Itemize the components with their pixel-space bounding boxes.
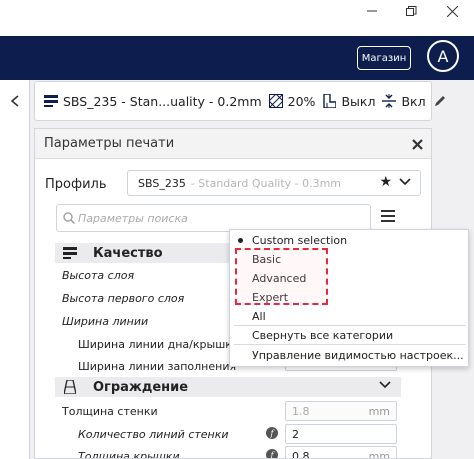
settings-search-input[interactable]: Параметры поиска [56, 204, 371, 232]
profile-label: Профиль [45, 177, 107, 192]
annotation-highlight-box [235, 248, 328, 305]
collapse-panel-button[interactable] [6, 92, 24, 110]
pencil-icon [432, 93, 448, 109]
close-icon [412, 139, 423, 150]
chevron-down-icon [379, 378, 391, 392]
function-icon[interactable]: f [266, 449, 278, 458]
panel-title: Параметры печати [44, 136, 175, 151]
category-walls-label: Ограждение [93, 379, 189, 395]
close-window-button[interactable] [432, 0, 472, 22]
option-all[interactable]: All [252, 310, 266, 323]
account-avatar[interactable]: A [427, 40, 459, 72]
setting-topbottom-line-width: Ширина линии дна/крышки [78, 338, 240, 351]
window-titlebar [0, 0, 474, 36]
walls-icon [63, 380, 77, 394]
setting-layer-height: Высота слоя [62, 269, 135, 282]
minimize-button[interactable] [352, 0, 392, 22]
restore-icon [405, 5, 416, 16]
category-quality-label: Качество [93, 245, 163, 261]
option-custom-selection[interactable]: Custom selection [252, 234, 347, 247]
print-settings-summary[interactable]: SBS_235 - Stan...uality - 0.2mm 20% Выкл… [34, 81, 445, 121]
support-icon [321, 93, 337, 109]
menu-separator [234, 325, 466, 326]
marketplace-button[interactable]: Магазин [357, 46, 411, 70]
visibility-menu-button[interactable] [381, 210, 397, 224]
selected-bullet-icon [238, 238, 243, 243]
chevron-left-icon [10, 95, 19, 107]
infill-icon [268, 93, 284, 109]
minimize-icon [367, 10, 377, 12]
search-icon [63, 212, 75, 224]
restore-button[interactable] [391, 0, 431, 22]
wall-thickness-field[interactable]: 1.8 mm [285, 401, 397, 421]
function-icon[interactable]: f [266, 427, 278, 439]
star-icon[interactable]: ★ [379, 174, 392, 190]
app-header: Магазин A [0, 36, 474, 80]
setting-first-layer-height: Высота первого слоя [62, 292, 185, 305]
search-placeholder: Параметры поиска [78, 211, 188, 225]
setting-line-width: Ширина линии [62, 315, 149, 328]
summary-infill-text: 20% [287, 93, 316, 109]
profile-quality: - Standard Quality - 0.3mm [190, 176, 342, 190]
setting-top-thickness: Толщина крышки [78, 450, 180, 459]
adhesion-icon [381, 93, 397, 109]
chevron-down-icon [399, 175, 411, 189]
setting-wall-thickness: Толщина стенки [62, 405, 158, 418]
menu-separator [234, 344, 466, 345]
top-thickness-field[interactable]: 0.8 mm [285, 446, 397, 458]
object-list-panel [0, 80, 30, 459]
category-walls[interactable]: Ограждение [55, 377, 401, 397]
summary-profile-text: SBS_235 - Stan...uality - 0.2mm [63, 93, 262, 109]
close-panel-button[interactable] [412, 135, 423, 154]
hamburger-icon [381, 210, 395, 222]
option-collapse-all[interactable]: Свернуть все категории [252, 329, 393, 342]
option-manage-visibility[interactable]: Управление видимостью настроек... [252, 349, 464, 362]
profile-name: SBS_235 [138, 176, 186, 190]
profile-select[interactable]: SBS_235 - Standard Quality - 0.3mm ★ [127, 170, 421, 196]
close-icon [446, 5, 458, 17]
wall-line-count-field[interactable]: 2 [285, 424, 397, 444]
panel-header: Параметры печати [35, 129, 431, 159]
print-profile-icon [43, 93, 59, 109]
setting-wall-line-count: Количество линий стенки [78, 428, 229, 441]
quality-icon [63, 246, 77, 260]
edit-settings-button[interactable] [432, 93, 452, 109]
summary-support-text: Выкл [341, 93, 376, 109]
setting-infill-line-width: Ширина линии заполнения [78, 360, 237, 373]
summary-adhesion-text: Вкл [401, 93, 426, 109]
